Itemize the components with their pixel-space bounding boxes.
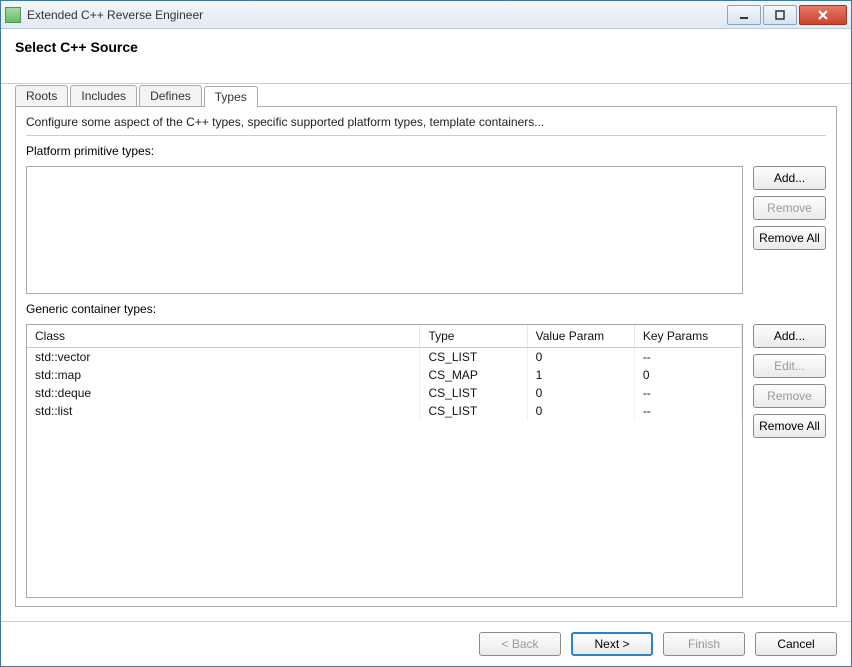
col-key-params[interactable]: Key Params — [634, 325, 741, 348]
cell-type: CS_LIST — [420, 384, 527, 402]
cell-type: CS_LIST — [420, 402, 527, 420]
close-icon — [817, 10, 829, 20]
col-type[interactable]: Type — [420, 325, 527, 348]
content-area: Roots Includes Defines Types Configure s… — [1, 84, 851, 621]
platform-types-listbox[interactable] — [26, 166, 743, 294]
minimize-button[interactable] — [727, 5, 761, 25]
close-button[interactable] — [799, 5, 847, 25]
cell-key-params: -- — [634, 348, 741, 367]
generic-edit-button[interactable]: Edit... — [753, 354, 826, 378]
generic-remove-button[interactable]: Remove — [753, 384, 826, 408]
maximize-button[interactable] — [763, 5, 797, 25]
tabstrip: Roots Includes Defines Types — [15, 84, 837, 106]
table-row[interactable]: std::vector CS_LIST 0 -- — [27, 348, 742, 367]
table-row[interactable]: std::deque CS_LIST 0 -- — [27, 384, 742, 402]
tab-types[interactable]: Types — [204, 86, 258, 107]
config-description: Configure some aspect of the C++ types, … — [26, 115, 826, 136]
cell-class: std::vector — [27, 348, 420, 367]
platform-add-button[interactable]: Add... — [753, 166, 826, 190]
cell-class: std::deque — [27, 384, 420, 402]
platform-remove-all-button[interactable]: Remove All — [753, 226, 826, 250]
cell-key-params: -- — [634, 384, 741, 402]
back-button[interactable]: < Back — [479, 632, 561, 656]
generic-remove-all-button[interactable]: Remove All — [753, 414, 826, 438]
cell-key-params: 0 — [634, 366, 741, 384]
cell-value-param: 0 — [527, 348, 634, 367]
table-row[interactable]: std::list CS_LIST 0 -- — [27, 402, 742, 420]
cell-value-param: 0 — [527, 384, 634, 402]
platform-remove-button[interactable]: Remove — [753, 196, 826, 220]
generic-types-section: Class Type Value Param Key Params std::v… — [26, 324, 826, 598]
table-row[interactable]: std::map CS_MAP 1 0 — [27, 366, 742, 384]
wizard-footer: < Back Next > Finish Cancel — [1, 621, 851, 666]
next-button[interactable]: Next > — [571, 632, 653, 656]
generic-types-label: Generic container types: — [26, 302, 826, 316]
generic-types-buttons: Add... Edit... Remove Remove All — [753, 324, 826, 598]
page-title: Select C++ Source — [15, 39, 837, 55]
tab-includes[interactable]: Includes — [70, 85, 137, 106]
window-controls — [725, 5, 847, 25]
cancel-button[interactable]: Cancel — [755, 632, 837, 656]
cell-key-params: -- — [634, 402, 741, 420]
tab-panel-types: Configure some aspect of the C++ types, … — [15, 106, 837, 607]
cell-class: std::list — [27, 402, 420, 420]
cell-type: CS_MAP — [420, 366, 527, 384]
tab-defines[interactable]: Defines — [139, 85, 202, 106]
cell-type: CS_LIST — [420, 348, 527, 367]
col-class[interactable]: Class — [27, 325, 420, 348]
window-title: Extended C++ Reverse Engineer — [27, 8, 725, 22]
cell-value-param: 0 — [527, 402, 634, 420]
app-icon — [5, 7, 21, 23]
tab-roots[interactable]: Roots — [15, 85, 68, 106]
platform-types-label: Platform primitive types: — [26, 144, 826, 158]
col-value-param[interactable]: Value Param — [527, 325, 634, 348]
finish-button[interactable]: Finish — [663, 632, 745, 656]
maximize-icon — [775, 10, 785, 20]
titlebar: Extended C++ Reverse Engineer — [1, 1, 851, 29]
platform-types-section: Add... Remove Remove All — [26, 166, 826, 294]
cell-value-param: 1 — [527, 366, 634, 384]
minimize-icon — [739, 10, 749, 20]
platform-types-buttons: Add... Remove Remove All — [753, 166, 826, 250]
wizard-header: Select C++ Source — [1, 29, 851, 84]
generic-add-button[interactable]: Add... — [753, 324, 826, 348]
generic-types-table[interactable]: Class Type Value Param Key Params std::v… — [26, 324, 743, 598]
cell-class: std::map — [27, 366, 420, 384]
